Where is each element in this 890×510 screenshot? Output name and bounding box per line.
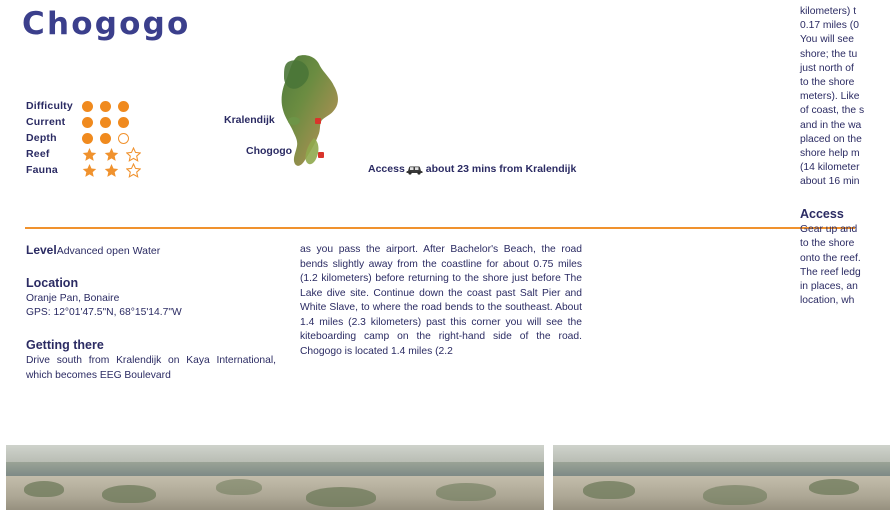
photo-shrub bbox=[24, 481, 64, 497]
rating-row-reef: Reef bbox=[26, 146, 176, 162]
rating-dot-filled bbox=[82, 116, 93, 128]
rating-row-depth: Depth bbox=[26, 130, 176, 146]
star-icon-filled bbox=[82, 147, 97, 162]
map-marker-chogogo bbox=[318, 152, 324, 158]
text-line: shore help m bbox=[800, 148, 860, 160]
rating-row-current: Current bbox=[26, 114, 176, 130]
rating-dot-filled bbox=[82, 132, 93, 144]
photo-sky bbox=[553, 445, 890, 462]
map-label-kralendijk: Kralendijk bbox=[224, 114, 275, 126]
column-middle: as you pass the airport. After Bachelor'… bbox=[300, 243, 582, 359]
rating-dot-filled bbox=[118, 100, 129, 112]
text-line: 0.17 miles (0 bbox=[800, 20, 859, 32]
text-line: kilometers) t bbox=[800, 6, 857, 17]
photo-shrub bbox=[306, 487, 376, 507]
photo-sky bbox=[6, 445, 544, 462]
ratings-block: Difficulty Current Depth Reef Fauna bbox=[26, 98, 176, 178]
rating-label: Fauna bbox=[26, 164, 58, 176]
location-gps: GPS: 12°01'47.5"N, 68°15'14.7"W bbox=[26, 307, 182, 319]
column-middle-text: as you pass the airport. After Bachelor'… bbox=[300, 244, 582, 357]
photo-water bbox=[553, 461, 890, 477]
access-text: about 23 mins from Kralendijk bbox=[425, 163, 577, 175]
rating-row-difficulty: Difficulty bbox=[26, 98, 176, 114]
rating-row-fauna: Fauna bbox=[26, 162, 176, 178]
photo-shrub bbox=[809, 479, 859, 495]
level-value: Advanced open Water bbox=[56, 245, 161, 257]
rating-marks-depth bbox=[82, 132, 129, 144]
text-line: and in the wa bbox=[800, 119, 862, 131]
rating-label: Current bbox=[26, 116, 66, 128]
rating-marks-difficulty bbox=[82, 100, 129, 112]
text-line: location, wh bbox=[800, 295, 855, 307]
rating-label: Reef bbox=[26, 148, 50, 160]
text-line: to the shore bbox=[800, 77, 855, 89]
page-title: Chogogo bbox=[22, 6, 191, 42]
star-icon-empty bbox=[126, 146, 141, 162]
location-heading: Location bbox=[26, 275, 79, 290]
rating-dot-filled bbox=[100, 100, 111, 112]
text-line: shore; the tu bbox=[800, 48, 858, 60]
star-icon-filled bbox=[104, 147, 119, 162]
access-heading: Access bbox=[800, 206, 844, 221]
car-icon bbox=[406, 166, 423, 175]
text-line: to the shore bbox=[800, 238, 855, 250]
rating-marks-current bbox=[82, 116, 129, 128]
text-line: Gear up and bbox=[800, 224, 858, 236]
text-line: just north of bbox=[800, 62, 854, 74]
column-right: kilometers) t 0.17 miles (0 You will see… bbox=[800, 5, 890, 308]
photo-shrub bbox=[216, 479, 262, 495]
location-block: Location Oranje Pan, Bonaire GPS: 12°01'… bbox=[26, 276, 276, 321]
section-divider bbox=[25, 227, 855, 229]
getting-there-block: Getting there Drive south from Kralendij… bbox=[26, 338, 276, 384]
text-line: onto the reef. bbox=[800, 252, 861, 264]
photo-band bbox=[0, 445, 890, 510]
rating-dot-empty bbox=[118, 132, 129, 144]
access-label: Access bbox=[368, 163, 405, 175]
level-block: LevelAdvanced open Water bbox=[26, 243, 276, 259]
dive-guide-page: Chogogo Difficulty Current Depth Reef Fa… bbox=[0, 0, 890, 510]
text-line: of coast, the s bbox=[800, 105, 865, 117]
access-summary: Access about 23 mins from Kralendijk bbox=[368, 163, 576, 175]
photo-shrub bbox=[583, 481, 635, 499]
photo-shrub bbox=[703, 485, 767, 505]
text-line: about 16 min bbox=[800, 176, 860, 188]
getting-there-text: Drive south from Kralendijk on Kaya Inte… bbox=[26, 355, 276, 381]
text-line: placed on the bbox=[800, 133, 862, 145]
column-right-access-lines: Gear up and to the shore onto the reef. … bbox=[800, 223, 890, 308]
column-left: LevelAdvanced open Water Location Oranje… bbox=[26, 243, 276, 383]
map-marker-kralendijk bbox=[315, 118, 321, 124]
star-icon-empty bbox=[126, 162, 141, 178]
text-line: The reef ledg bbox=[800, 266, 861, 278]
rating-dot-filled bbox=[100, 116, 111, 128]
photo-shoreline-right bbox=[553, 445, 890, 510]
star-icon-filled bbox=[82, 163, 97, 178]
star-icon-filled bbox=[104, 163, 119, 178]
rating-dot-filled bbox=[82, 100, 93, 112]
getting-there-heading: Getting there bbox=[26, 337, 104, 352]
text-line: You will see bbox=[800, 34, 854, 46]
rating-marks-reef bbox=[82, 146, 141, 162]
map-label-chogogo: Chogogo bbox=[246, 145, 293, 157]
rating-label: Depth bbox=[26, 132, 57, 144]
rating-label: Difficulty bbox=[26, 100, 73, 112]
locator-map: Kralendijk Chogogo bbox=[222, 52, 392, 172]
text-line: (14 kilometer bbox=[800, 162, 860, 174]
text-line: meters). Like bbox=[800, 91, 860, 103]
rating-dot-filled bbox=[100, 132, 111, 144]
location-place: Oranje Pan, Bonaire bbox=[26, 293, 120, 305]
rating-marks-fauna bbox=[82, 162, 141, 178]
photo-shrub bbox=[436, 483, 496, 501]
photo-water bbox=[6, 461, 544, 477]
text-line: in places, an bbox=[800, 281, 858, 293]
column-right-lines: kilometers) t 0.17 miles (0 You will see… bbox=[800, 5, 890, 190]
level-heading: Level bbox=[26, 243, 57, 257]
rating-dot-filled bbox=[118, 116, 129, 128]
photo-shrub bbox=[102, 485, 156, 503]
photo-shoreline-main bbox=[6, 445, 544, 510]
